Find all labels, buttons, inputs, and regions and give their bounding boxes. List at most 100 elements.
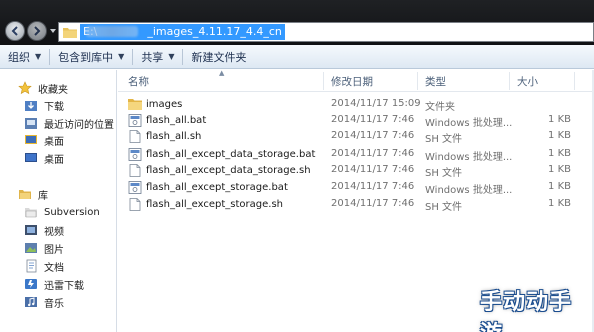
column-divider[interactable] bbox=[509, 72, 510, 90]
file-size: 1 KB bbox=[548, 148, 571, 159]
subversion-library-icon bbox=[25, 208, 37, 218]
nav-recent-places[interactable]: 最近访问的位置 bbox=[24, 115, 114, 131]
file-name: flash_all_except_data_storage.sh bbox=[146, 164, 311, 176]
file-size: 1 KB bbox=[548, 164, 571, 175]
nav-libraries[interactable]: 库 bbox=[18, 186, 48, 202]
sort-ascending-icon: ▲ bbox=[219, 69, 225, 77]
nav-desktop-2[interactable]: 桌面 bbox=[24, 150, 64, 166]
back-button[interactable] bbox=[5, 21, 25, 41]
share-menu[interactable]: 共享 ▼ bbox=[133, 45, 182, 69]
column-header-name[interactable]: 名称 bbox=[128, 74, 149, 90]
file-row[interactable]: flash_all_except_data_storage.bat 2014/1… bbox=[118, 146, 594, 163]
file-type: SH 文件 bbox=[425, 202, 463, 213]
organize-label: 组织 bbox=[8, 50, 30, 64]
nav-subversion[interactable]: Subversion bbox=[24, 204, 100, 220]
command-bar: 组织 ▼ 包含到库中 ▼ 共享 ▼ 新建文件夹 bbox=[0, 45, 594, 69]
file-name: flash_all_except_storage.bat bbox=[146, 181, 288, 193]
nav-libraries-label: 库 bbox=[38, 190, 48, 202]
nav-thunder-downloads[interactable]: 迅雷下载 bbox=[24, 276, 84, 292]
nav-subversion-label: Subversion bbox=[44, 206, 100, 218]
nav-pictures[interactable]: 图片 bbox=[24, 240, 64, 256]
nav-desktop-2-label: 桌面 bbox=[44, 154, 64, 166]
file-size: 1 KB bbox=[548, 198, 571, 209]
file-type: 文件夹 bbox=[425, 102, 455, 113]
file-row[interactable]: flash_all.bat 2014/11/17 7:46 Windows 批处… bbox=[118, 112, 594, 129]
nav-pictures-label: 图片 bbox=[44, 244, 64, 256]
navigation-pane: 收藏夹 下载 最近访问的位置 桌面 桌面 库 Subversion 视频 图片 … bbox=[0, 70, 117, 332]
chevron-down-icon: ▼ bbox=[35, 52, 42, 61]
file-size: 1 KB bbox=[548, 130, 571, 141]
bat-file-icon bbox=[128, 113, 142, 127]
nav-downloads-label: 下载 bbox=[44, 101, 64, 113]
column-divider[interactable] bbox=[323, 72, 324, 90]
file-date: 2014/11/17 7:46 bbox=[331, 198, 415, 209]
file-row[interactable]: flash_all.sh 2014/11/17 7:46 SH 文件 1 KB bbox=[118, 128, 594, 145]
file-icon bbox=[129, 197, 141, 211]
desktop-icon bbox=[25, 135, 37, 144]
nav-documents[interactable]: 文档 bbox=[24, 258, 64, 274]
nav-thunder-downloads-label: 迅雷下载 bbox=[44, 280, 84, 292]
music-library-icon bbox=[25, 297, 37, 307]
nav-videos[interactable]: 视频 bbox=[24, 222, 64, 238]
arrow-left-icon bbox=[11, 26, 18, 36]
file-icon bbox=[129, 129, 141, 143]
nav-documents-label: 文档 bbox=[44, 262, 64, 274]
include-in-library-menu[interactable]: 包含到库中 ▼ bbox=[50, 45, 132, 69]
chevron-down-icon: ▼ bbox=[118, 52, 125, 61]
column-divider[interactable] bbox=[574, 72, 575, 90]
file-date: 2014/11/17 7:46 bbox=[331, 181, 415, 192]
arrow-right-icon bbox=[34, 26, 41, 36]
downloads-folder-icon bbox=[25, 101, 37, 111]
folder-icon bbox=[63, 27, 77, 38]
column-header-row: ▲ 名称 修改日期 类型 大小 bbox=[118, 69, 594, 92]
nav-music-label: 音乐 bbox=[44, 298, 64, 310]
file-row[interactable]: images 2014/11/17 15:09 文件夹 bbox=[118, 96, 594, 113]
video-library-icon bbox=[25, 225, 37, 235]
file-date: 2014/11/17 7:46 bbox=[331, 130, 415, 141]
column-header-size[interactable]: 大小 bbox=[517, 74, 538, 90]
nav-favorites[interactable]: 收藏夹 bbox=[18, 80, 68, 96]
redacted-path-segment bbox=[86, 26, 138, 37]
new-folder-button[interactable]: 新建文件夹 bbox=[183, 45, 254, 69]
nav-favorites-label: 收藏夹 bbox=[38, 84, 68, 96]
libraries-icon bbox=[19, 190, 31, 199]
recent-places-icon bbox=[25, 118, 37, 129]
file-type: Windows 批处理... bbox=[425, 118, 513, 129]
nav-downloads[interactable]: 下载 bbox=[24, 97, 64, 113]
nav-videos-label: 视频 bbox=[44, 226, 64, 238]
file-date: 2014/11/17 15:09 bbox=[331, 98, 421, 109]
nav-desktop[interactable]: 桌面 bbox=[24, 132, 64, 148]
bat-file-icon bbox=[128, 147, 142, 161]
file-icon bbox=[129, 163, 141, 177]
recent-pages-dropdown-icon[interactable] bbox=[49, 27, 57, 35]
thunder-download-icon bbox=[25, 279, 37, 289]
file-name: flash_all_except_storage.sh bbox=[146, 198, 284, 210]
new-folder-label: 新建文件夹 bbox=[191, 50, 247, 64]
address-bar[interactable]: E:\_images_4.11.17_4.4_cn bbox=[58, 22, 594, 42]
include-in-library-label: 包含到库中 bbox=[58, 50, 114, 64]
file-row[interactable]: flash_all_except_data_storage.sh 2014/11… bbox=[118, 162, 594, 179]
file-name: images bbox=[146, 98, 183, 110]
file-row[interactable]: flash_all_except_storage.bat 2014/11/17 … bbox=[118, 179, 594, 196]
file-type: Windows 批处理... bbox=[425, 152, 513, 163]
nav-desktop-label: 桌面 bbox=[44, 136, 64, 148]
file-type: Windows 批处理... bbox=[425, 185, 513, 196]
star-icon bbox=[18, 81, 32, 95]
chevron-down-icon: ▼ bbox=[168, 52, 175, 61]
forward-button[interactable] bbox=[27, 21, 47, 41]
file-name: flash_all_except_data_storage.bat bbox=[146, 148, 316, 160]
folder-icon bbox=[128, 98, 142, 110]
file-name: flash_all.bat bbox=[146, 114, 207, 126]
bat-file-icon bbox=[128, 180, 142, 194]
file-date: 2014/11/17 7:46 bbox=[331, 114, 415, 125]
column-divider[interactable] bbox=[417, 72, 418, 90]
nav-music[interactable]: 音乐 bbox=[24, 294, 64, 310]
file-size: 1 KB bbox=[548, 114, 571, 125]
column-header-date[interactable]: 修改日期 bbox=[331, 74, 373, 90]
share-label: 共享 bbox=[141, 50, 164, 64]
organize-menu[interactable]: 组织 ▼ bbox=[0, 45, 49, 69]
picture-library-icon bbox=[25, 243, 37, 253]
file-size: 1 KB bbox=[548, 181, 571, 192]
file-row[interactable]: flash_all_except_storage.sh 2014/11/17 7… bbox=[118, 196, 594, 213]
column-header-type[interactable]: 类型 bbox=[425, 74, 446, 90]
